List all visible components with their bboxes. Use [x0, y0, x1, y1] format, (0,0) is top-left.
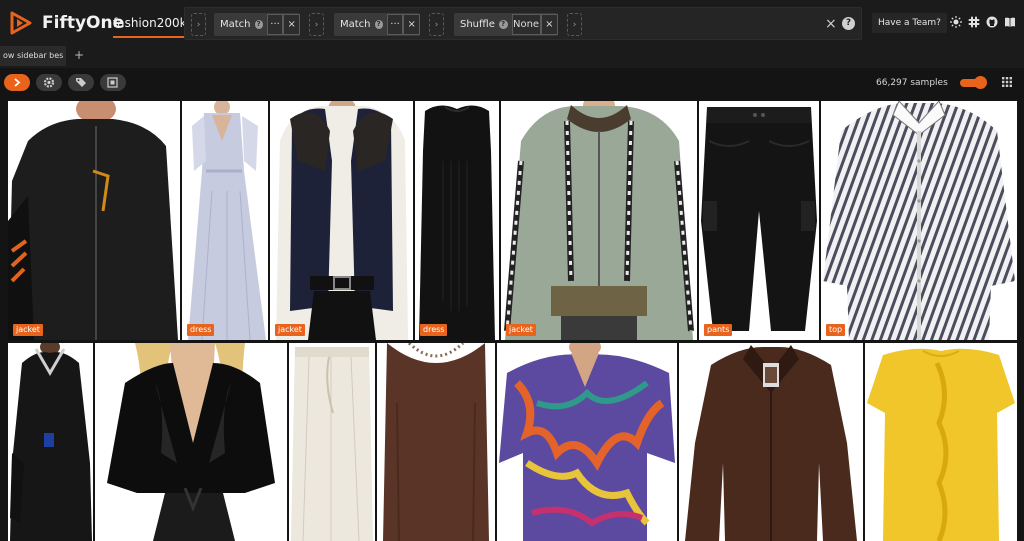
- fiftyone-logo-icon[interactable]: [8, 10, 34, 36]
- stage-close-button[interactable]: ×: [283, 14, 300, 35]
- garment-image: [188, 101, 266, 340]
- grid-size-slider[interactable]: [960, 76, 987, 89]
- view-stage-match-1[interactable]: Match ? ··· ×: [214, 13, 300, 36]
- sample-tile[interactable]: top: [821, 101, 1017, 340]
- add-tab-button[interactable]: +: [74, 48, 84, 62]
- add-stage-button[interactable]: ›: [191, 13, 206, 36]
- sample-tile[interactable]: jacket: [270, 101, 413, 340]
- view-bar: › Match ? ··· × › Match ? ··· × › Shuffl…: [184, 7, 862, 40]
- sample-tile[interactable]: [865, 343, 1017, 541]
- garment-image: [867, 348, 1015, 541]
- help-icon[interactable]: ?: [374, 20, 383, 29]
- garment-image: [685, 345, 857, 541]
- sample-tile[interactable]: [289, 343, 375, 541]
- view-help-icon[interactable]: ?: [842, 17, 855, 30]
- label-tag: jacket: [275, 324, 305, 336]
- garment-image: [504, 101, 694, 340]
- action-bar: [0, 68, 1024, 98]
- toggle-sidebar-button[interactable]: [4, 74, 30, 91]
- stage-label: Match: [340, 19, 371, 30]
- tag-icon: [76, 78, 86, 87]
- sample-tile[interactable]: pants: [699, 101, 819, 340]
- patches-icon: [107, 77, 118, 88]
- team-button[interactable]: Have a Team?: [872, 13, 947, 33]
- label-tag: top: [826, 324, 846, 336]
- help-icon[interactable]: ?: [498, 20, 508, 29]
- sample-count: 66,297 samples: [876, 78, 948, 88]
- clear-view-icon[interactable]: ×: [825, 16, 837, 32]
- top-navbar: FiftyOne fashion200k › Match ? ··· × › M…: [0, 0, 1024, 44]
- chevron-right-icon: [14, 78, 21, 87]
- tab-row: ow sidebar bes +: [0, 44, 1024, 68]
- sample-tile[interactable]: jacket: [8, 101, 180, 340]
- help-icon[interactable]: ?: [254, 20, 263, 29]
- sample-tile[interactable]: jacket: [501, 101, 697, 340]
- stage-close-button[interactable]: ×: [540, 14, 558, 35]
- garment-image: [419, 105, 495, 340]
- stage-params-button[interactable]: ···: [266, 14, 284, 35]
- gear-icon: [43, 77, 55, 88]
- add-stage-button[interactable]: ›: [309, 13, 324, 36]
- garment-image: [499, 343, 675, 541]
- garment-image: [276, 101, 408, 340]
- label-tag: dress: [187, 324, 215, 336]
- sample-tile[interactable]: [377, 343, 495, 541]
- garment-image: [823, 101, 1015, 340]
- app-name: FiftyOne: [42, 13, 125, 33]
- sample-tile[interactable]: [8, 343, 93, 541]
- sample-tile[interactable]: [95, 343, 287, 541]
- settings-button[interactable]: [36, 74, 62, 91]
- sample-tile[interactable]: dress: [182, 101, 268, 340]
- view-stage-match-2[interactable]: Match ? ··· ×: [334, 13, 420, 36]
- view-stage-shuffle[interactable]: Shuffle ? None ×: [454, 13, 558, 36]
- add-stage-button[interactable]: ›: [429, 13, 444, 36]
- label-tag: jacket: [13, 324, 43, 336]
- garment-image: [291, 347, 373, 541]
- github-icon[interactable]: [986, 16, 998, 28]
- sample-grid: jacket dress jacket dress jacket pants t…: [0, 98, 1024, 541]
- stage-seed-value[interactable]: None: [511, 14, 541, 35]
- slack-icon[interactable]: [968, 16, 980, 28]
- stage-params-button[interactable]: ···: [386, 14, 404, 35]
- theme-sun-icon[interactable]: [950, 16, 962, 28]
- label-tag: jacket: [506, 324, 536, 336]
- stage-close-button[interactable]: ×: [403, 14, 420, 35]
- slider-knob[interactable]: [974, 76, 987, 89]
- sample-tile[interactable]: [679, 343, 863, 541]
- garment-image: [383, 343, 489, 541]
- patches-button[interactable]: [100, 74, 126, 91]
- grid-view-icon[interactable]: [1002, 77, 1012, 87]
- garment-image: [10, 343, 92, 541]
- tab-show-sidebar[interactable]: ow sidebar bes: [0, 46, 66, 66]
- tag-button[interactable]: [68, 74, 94, 91]
- label-tag: pants: [704, 324, 733, 336]
- label-tag: dress: [420, 324, 448, 336]
- garment-image: [701, 107, 817, 331]
- docs-book-icon[interactable]: [1004, 16, 1016, 28]
- sample-tile[interactable]: [497, 343, 677, 541]
- sample-tile[interactable]: dress: [415, 101, 499, 340]
- garment-image: [8, 101, 178, 340]
- dataset-selector[interactable]: fashion200k: [113, 16, 187, 38]
- stage-label: Shuffle: [460, 19, 495, 30]
- add-stage-button[interactable]: ›: [567, 13, 582, 36]
- stage-label: Match: [220, 19, 251, 30]
- garment-image: [107, 343, 275, 541]
